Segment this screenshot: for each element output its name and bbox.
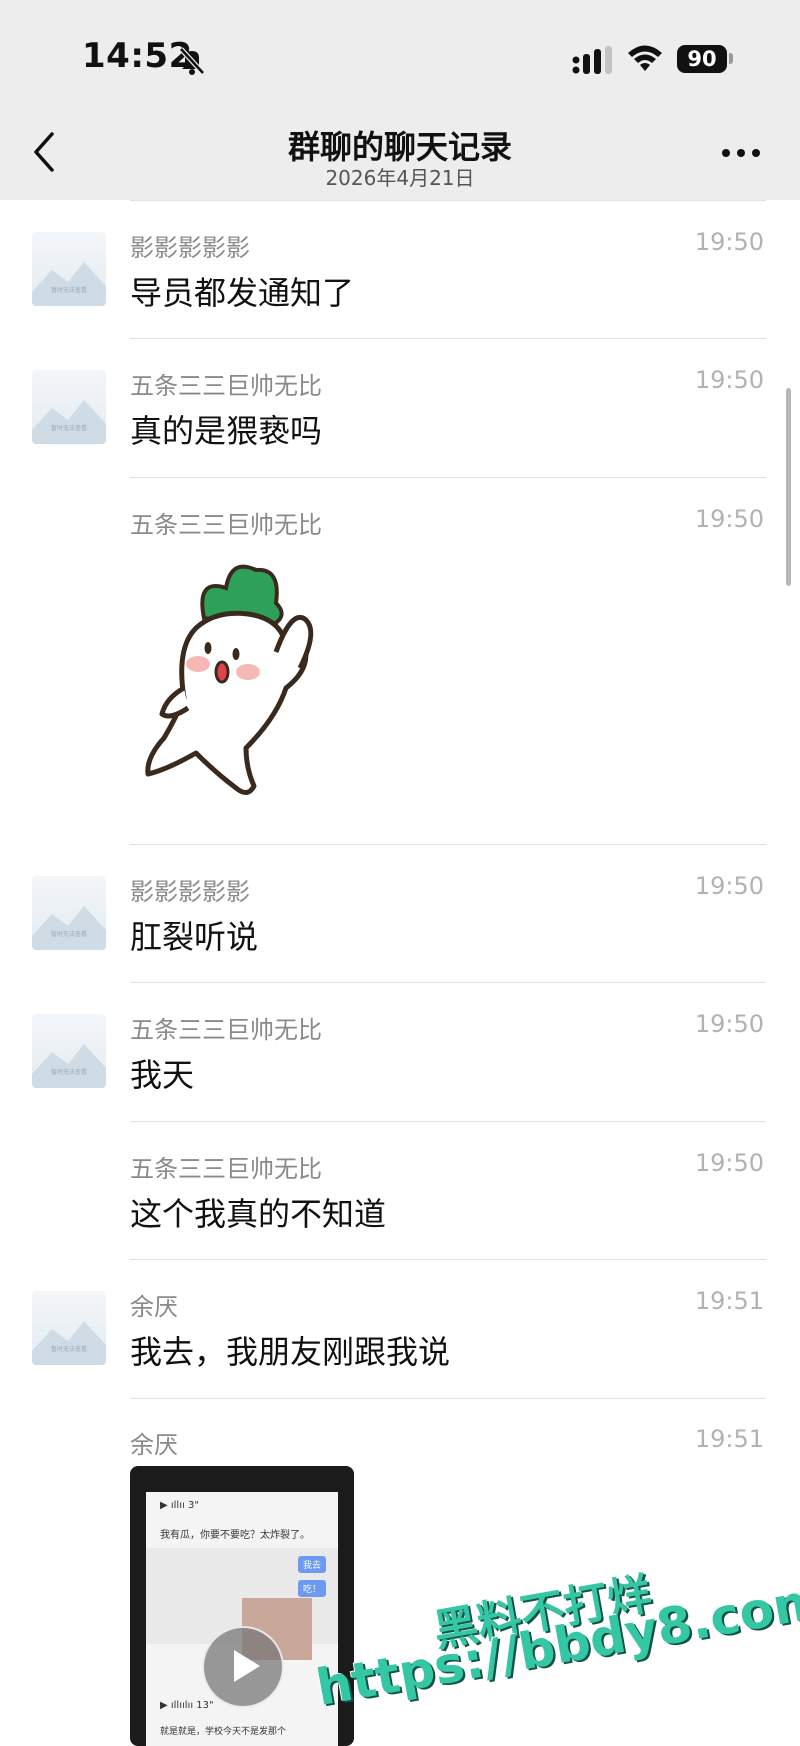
message-time: 19:50 xyxy=(694,1010,764,1038)
sender-name: 影影影影影 xyxy=(130,878,250,906)
divider xyxy=(130,1121,766,1122)
preview-bubble: 我去 xyxy=(297,1556,326,1573)
voice-message-preview: ▶ ıllıı 3" xyxy=(160,1500,199,1511)
svg-text:暂时无法查看: 暂时无法查看 xyxy=(51,930,87,938)
signal-icon xyxy=(572,46,612,74)
chat-history-header: 14:52 90 群聊的聊天记录 2026年4月21日 xyxy=(0,0,800,200)
svg-text:暂时无法查看: 暂时无法查看 xyxy=(51,1345,87,1353)
message-time: 19:50 xyxy=(694,366,764,394)
message-text: 导员都发通知了 xyxy=(130,274,355,312)
message-time: 19:50 xyxy=(694,1149,764,1177)
more-options-icon[interactable] xyxy=(720,143,762,163)
bell-off-icon xyxy=(179,47,205,75)
message-text: 这个我真的不知道 xyxy=(130,1195,387,1233)
message-time: 19:50 xyxy=(694,228,764,256)
avatar[interactable]: 暂时无法查看 xyxy=(32,876,106,950)
preview-text-line: 就是就是，学校今天不是发那个 xyxy=(160,1727,287,1737)
svg-text:暂时无法查看: 暂时无法查看 xyxy=(51,1068,87,1076)
avatar[interactable]: 暂时无法查看 xyxy=(32,232,106,306)
image-placeholder-icon: 暂时无法查看 xyxy=(32,400,106,444)
sender-name: 五条三三巨帅无比 xyxy=(130,511,322,539)
divider xyxy=(130,844,766,845)
voice-message-preview: ▶ ıllıılıı 13" xyxy=(160,1700,214,1711)
divider xyxy=(130,1398,766,1399)
sender-name: 余厌 xyxy=(130,1293,178,1321)
message-text: 肛裂听说 xyxy=(130,918,259,956)
avatar[interactable]: 暂时无法查看 xyxy=(32,1291,106,1365)
divider xyxy=(130,982,766,983)
message-time: 19:51 xyxy=(694,1287,764,1315)
message-text: 真的是猥亵吗 xyxy=(130,412,323,450)
sender-name: 余厌 xyxy=(130,1431,178,1459)
battery-tip xyxy=(729,53,733,64)
image-placeholder-icon: 暂时无法查看 xyxy=(32,1321,106,1365)
image-placeholder-icon: 暂时无法查看 xyxy=(32,262,106,306)
message-text: 我去，我朋友刚跟我说 xyxy=(130,1333,451,1371)
message-text: 我天 xyxy=(130,1056,195,1094)
preview-bubble: 吃！ xyxy=(297,1580,326,1597)
scrollbar[interactable] xyxy=(786,388,791,586)
avatar[interactable]: 暂时无法查看 xyxy=(32,1014,106,1088)
svg-text:暂时无法查看: 暂时无法查看 xyxy=(51,286,87,294)
sender-name: 五条三三巨帅无比 xyxy=(130,1155,322,1183)
page-subtitle-date: 2026年4月21日 xyxy=(325,166,475,190)
sender-name: 影影影影影 xyxy=(130,234,250,262)
message-time: 19:51 xyxy=(694,1425,764,1453)
battery-indicator: 90 xyxy=(677,45,727,73)
divider xyxy=(130,338,766,339)
divider xyxy=(130,477,766,478)
message-time: 19:50 xyxy=(694,505,764,533)
sender-name: 五条三三巨帅无比 xyxy=(130,1016,322,1044)
play-icon[interactable] xyxy=(202,1626,284,1708)
avatar[interactable]: 暂时无法查看 xyxy=(32,370,106,444)
image-placeholder-icon: 暂时无法查看 xyxy=(32,1044,106,1088)
image-placeholder-icon: 暂时无法查看 xyxy=(32,906,106,950)
divider xyxy=(130,200,766,201)
sender-name: 五条三三巨帅无比 xyxy=(130,372,322,400)
radish-waving-sticker[interactable] xyxy=(136,548,348,808)
preview-text-line: 我有瓜，你要不要吃？太炸裂了。 xyxy=(160,1530,310,1541)
message-time: 19:50 xyxy=(694,872,764,900)
svg-text:暂时无法查看: 暂时无法查看 xyxy=(51,424,87,432)
divider xyxy=(130,1259,766,1260)
wifi-icon xyxy=(628,45,662,71)
